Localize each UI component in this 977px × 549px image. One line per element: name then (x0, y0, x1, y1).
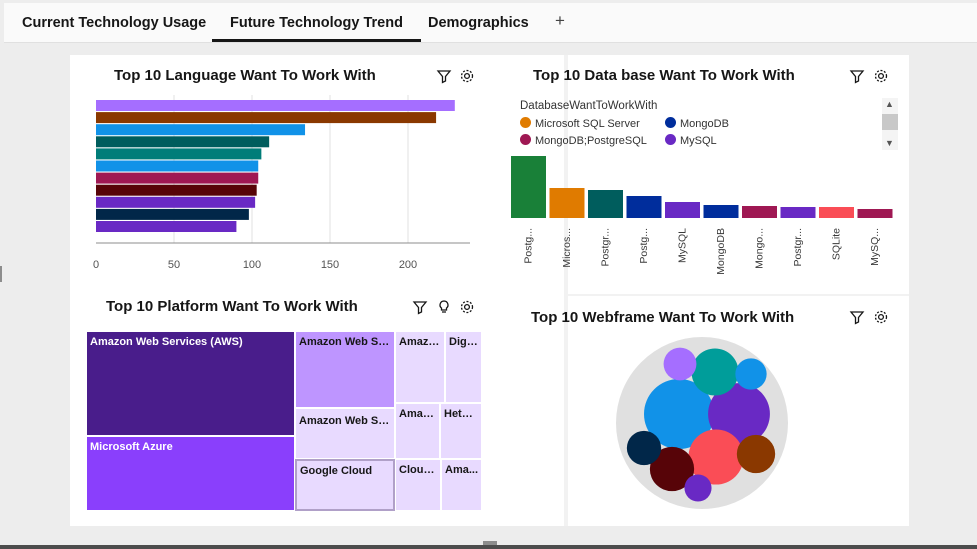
bar[interactable] (549, 188, 585, 218)
webframe-bubble-chart (616, 337, 788, 509)
treemap-cell[interactable]: Amazon Web Services (AWS) (86, 331, 295, 436)
treemap-cell[interactable]: Cloudf... (395, 459, 441, 511)
tab-current-technology-usage[interactable]: Current Technology Usage (22, 15, 206, 31)
tab-demographics[interactable]: Demographics (428, 15, 529, 31)
platform-chart-title: Top 10 Platform Want To Work With (106, 298, 358, 315)
legend-swatch (665, 134, 676, 145)
bar[interactable] (96, 136, 270, 148)
x-tick-label: MongoDB (715, 228, 727, 275)
bar[interactable] (511, 156, 546, 218)
webframe-chart-title: Top 10 Webframe Want To Work With (531, 309, 795, 326)
legend-label: Microsoft SQL Server (535, 118, 640, 130)
legend-item[interactable]: Microsoft SQL Server (520, 117, 640, 130)
x-tick-label: Postg... (638, 228, 650, 264)
legend-item[interactable]: MySQL (665, 134, 717, 147)
bar[interactable] (96, 184, 257, 196)
settings-icon[interactable] (873, 68, 889, 84)
bubble[interactable] (736, 434, 776, 474)
bar[interactable] (96, 124, 306, 136)
treemap-cell[interactable]: Amazo... (395, 331, 445, 403)
x-tick-label: Postgr... (599, 228, 611, 267)
legend-item[interactable]: MongoDB;PostgreSQL (520, 134, 647, 147)
legend-swatch (665, 117, 676, 128)
settings-icon[interactable] (459, 68, 475, 84)
bar[interactable] (780, 207, 816, 218)
bar[interactable] (857, 209, 893, 218)
x-tick-label: Postg... (522, 228, 534, 264)
legend-title: DatabaseWantToWorkWith (520, 100, 658, 112)
filter-icon[interactable] (412, 299, 428, 315)
platform-treemap: Amazon Web Services (AWS) Microsoft Azur… (86, 331, 482, 511)
scrollbar-thumb[interactable] (882, 114, 898, 130)
resize-handle[interactable] (0, 266, 2, 282)
x-tick-label: MySQL (676, 228, 688, 263)
bubble[interactable] (626, 430, 662, 466)
treemap-cell[interactable]: Ama... (441, 459, 482, 511)
x-tick-label: Postgr... (792, 228, 804, 267)
x-tick-label: 100 (243, 259, 261, 271)
bar[interactable] (96, 172, 259, 184)
bar[interactable] (703, 205, 739, 218)
legend-label: MongoDB;PostgreSQL (535, 135, 647, 147)
bar[interactable] (96, 208, 249, 220)
x-tick-label: 150 (321, 259, 339, 271)
treemap-cell[interactable]: Microsoft Azure (86, 436, 295, 511)
legend-swatch (520, 134, 531, 145)
bubble[interactable] (691, 348, 739, 396)
settings-icon[interactable] (459, 299, 475, 315)
lightbulb-icon[interactable] (436, 299, 452, 315)
treemap-cell[interactable]: Google Cloud (295, 459, 395, 511)
x-tick-label: 200 (399, 259, 417, 271)
x-tick-label: Mongo... (753, 228, 765, 269)
tab-bar: Current Technology Usage Future Technolo… (4, 3, 977, 43)
legend-scrollbar[interactable]: ▲ ▼ (882, 98, 898, 150)
panel-divider (568, 294, 909, 296)
bottom-strip (0, 545, 977, 549)
x-tick-label: Micros... (561, 228, 573, 268)
x-tick-label: 0 (93, 259, 99, 271)
treemap-cell[interactable]: Amazon Web Ser... (295, 408, 395, 459)
legend-label: MongoDB (680, 118, 729, 130)
bubble[interactable] (663, 347, 697, 381)
bar[interactable] (96, 221, 237, 232)
filter-icon[interactable] (849, 309, 865, 325)
x-tick-label: SQLite (830, 228, 842, 260)
add-tab-button[interactable]: + (555, 11, 565, 31)
filter-icon[interactable] (436, 68, 452, 84)
database-bar-chart: Postg... Micros... Postgr... Postg... MySQL M… (511, 156, 893, 275)
bar[interactable] (96, 100, 455, 111)
language-chart-title: Top 10 Language Want To Work With (114, 67, 376, 84)
treemap-cell[interactable]: Amazon Web Ser... (295, 331, 395, 408)
bar[interactable] (819, 207, 854, 218)
legend-swatch (520, 117, 531, 128)
settings-icon[interactable] (873, 309, 889, 325)
bar[interactable] (96, 196, 256, 208)
tab-future-technology-trend[interactable]: Future Technology Trend (212, 15, 421, 42)
bubble[interactable] (735, 358, 767, 390)
bar[interactable] (96, 160, 259, 172)
bar[interactable] (96, 148, 262, 160)
legend-item[interactable]: MongoDB (665, 117, 729, 130)
scroll-up-icon[interactable]: ▲ (885, 99, 894, 109)
x-tick-label: MySQ... (869, 228, 881, 266)
bar[interactable] (742, 206, 777, 218)
bar[interactable] (588, 190, 623, 218)
treemap-cell[interactable]: Digi... (445, 331, 482, 403)
legend-label: MySQL (680, 135, 717, 147)
treemap-cell[interactable]: Amaz... (395, 403, 440, 459)
treemap-cell[interactable]: Hetzn... (440, 403, 482, 459)
database-chart-title: Top 10 Data base Want To Work With (533, 67, 795, 84)
bar[interactable] (665, 202, 700, 218)
scroll-down-icon[interactable]: ▼ (885, 138, 894, 148)
bar[interactable] (96, 112, 437, 124)
x-tick-label: 50 (168, 259, 180, 271)
resize-handle[interactable] (483, 541, 497, 545)
language-bar-chart: 0 50 100 150 200 (93, 95, 470, 271)
filter-icon[interactable] (849, 68, 865, 84)
bubble[interactable] (684, 474, 712, 502)
bar[interactable] (626, 196, 662, 218)
